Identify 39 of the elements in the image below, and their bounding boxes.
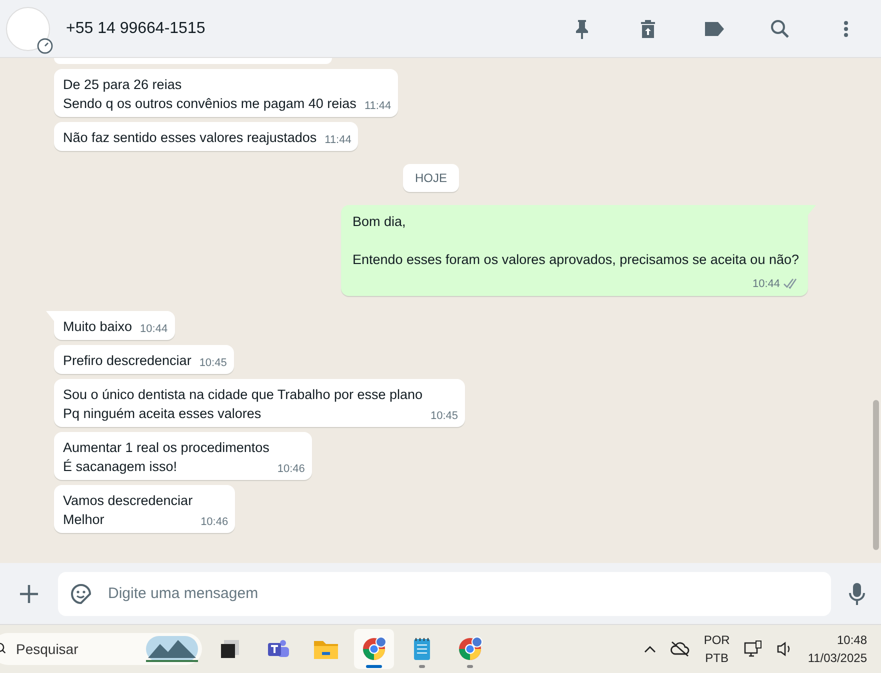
network-icon[interactable]	[744, 640, 762, 658]
microphone-icon[interactable]	[849, 582, 865, 606]
message-time: 10:46	[277, 462, 305, 477]
message-text: Não faz sentido esses valores reajustados	[63, 129, 317, 147]
message-time: 10:45	[199, 356, 227, 371]
cloud-off-icon[interactable]	[670, 641, 690, 657]
contact-name[interactable]: +55 14 99664-1515	[66, 20, 531, 38]
message-text: Prefiro descredenciar	[63, 352, 192, 370]
notepad-icon	[411, 636, 433, 662]
message-text: De 25 para 26 reias Sendo q os outros convênios me pagam 40 reias	[63, 76, 356, 113]
chrome-icon	[457, 636, 483, 662]
mountain-landscape-icon	[146, 636, 198, 662]
message-time: 10:46	[200, 515, 228, 530]
message-text: Muito baixo	[63, 318, 132, 336]
message-text: Aumentar 1 real os procedimentos É sacanagem isso!	[63, 439, 270, 476]
message-time: 10:44	[752, 277, 780, 292]
chevron-up-icon[interactable]	[644, 645, 656, 653]
clock-date[interactable]: 11/03/2025	[808, 649, 867, 667]
message-text: Vamos descredenciar Melhor	[63, 492, 193, 529]
chrome-icon	[361, 636, 387, 662]
teams-icon	[266, 638, 290, 660]
message-text: Sou o único dentista na cidade que Trabalho por esse plano Pq ninguém aceita esses valores	[63, 386, 423, 423]
scrollbar[interactable]	[873, 400, 879, 550]
taskbar-search-field[interactable]: Pesquisar	[14, 640, 138, 658]
search-box[interactable]: Pesquisar	[0, 633, 202, 665]
message-time: 11:44	[324, 133, 352, 148]
folder-icon	[313, 638, 339, 660]
clock-time[interactable]: 10:48	[836, 631, 867, 649]
message-field[interactable]: Digite uma mensagem	[58, 572, 831, 616]
sticker-icon[interactable]	[70, 582, 92, 604]
keyboard-layout[interactable]: PTB	[705, 649, 728, 667]
window-icon	[219, 638, 241, 660]
message-time: 10:44	[140, 322, 168, 337]
message-text: Bom dia, Entendo esses foram os valores aprovados, precisamos se aceita ou não?	[352, 213, 799, 269]
message-time: 11:44	[364, 99, 392, 114]
language-indicator[interactable]: POR	[704, 631, 730, 649]
message-time: 10:45	[430, 409, 458, 424]
timer-icon	[37, 38, 53, 54]
plus-icon[interactable]	[18, 582, 40, 604]
